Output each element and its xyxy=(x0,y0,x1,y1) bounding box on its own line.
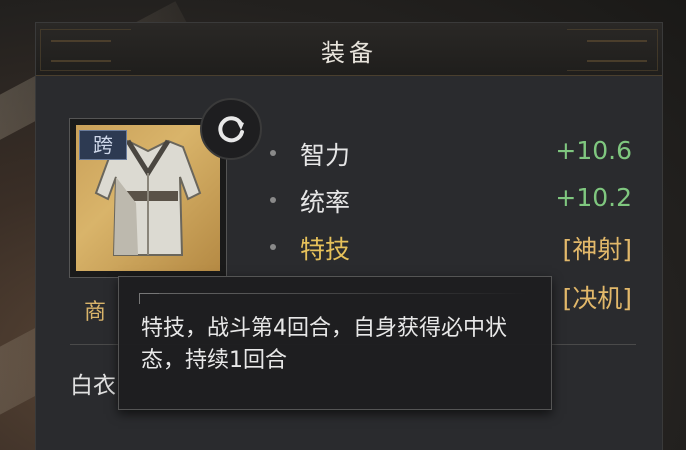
tooltip-ornament-line xyxy=(159,293,529,294)
skill-value[interactable]: [决机] xyxy=(562,279,632,315)
bullet-icon xyxy=(270,150,276,156)
refresh-button[interactable] xyxy=(200,98,262,160)
stat-intelligence: 智力 +10.6 xyxy=(270,136,632,172)
panel-title: 装备 xyxy=(321,39,377,67)
bullet-icon xyxy=(270,244,276,250)
stat-label: 智力 xyxy=(300,141,351,170)
stat-skill[interactable]: 特技 [神射] xyxy=(270,230,632,266)
stat-command: 统率 +10.2 xyxy=(270,183,632,219)
stat-label: 统率 xyxy=(300,188,351,217)
item-name: 白衣 xyxy=(70,373,116,399)
stat-value: +10.2 xyxy=(555,183,632,212)
refresh-icon xyxy=(218,116,244,143)
stat-label: 特技 xyxy=(300,235,351,264)
stat-value: +10.6 xyxy=(555,136,632,165)
skill-value[interactable]: [神射] xyxy=(562,230,632,266)
tooltip-text: 特技，战斗第4回合，自身获得必中状态，持续1回合 xyxy=(141,316,507,373)
rarity-label: 商 xyxy=(84,300,107,325)
tooltip-ornament xyxy=(139,293,160,304)
game-scene: 装备 跨 智力 +10.6 统率 +10.2 特技 [神射] [决机] 商 白衣… xyxy=(0,0,686,450)
cross-tag: 跨 xyxy=(79,130,127,160)
skill-tooltip: 特技，战斗第4回合，自身获得必中状态，持续1回合 xyxy=(118,276,552,410)
bullet-icon xyxy=(270,197,276,203)
panel-header: 装备 xyxy=(36,23,662,76)
